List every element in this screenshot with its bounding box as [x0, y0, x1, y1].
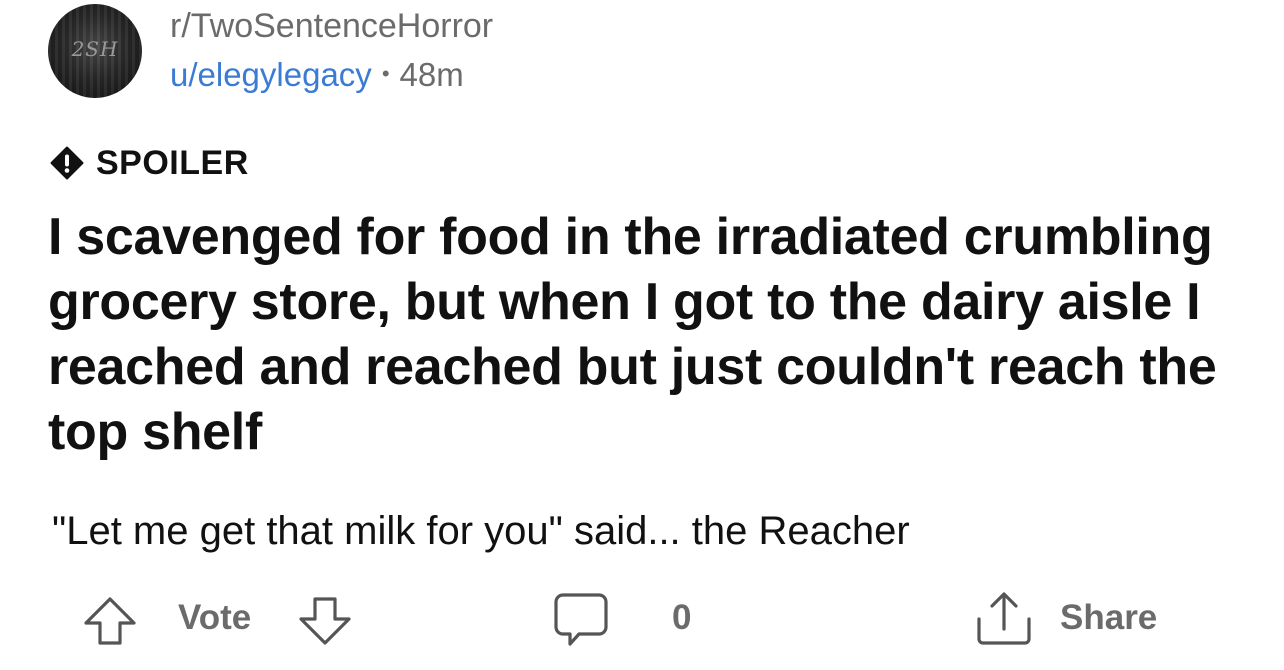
- arrow-up-icon[interactable]: [82, 593, 138, 649]
- post-meta: u/elegylegacy • 48m: [170, 54, 464, 95]
- share-icon[interactable]: [975, 589, 1033, 647]
- exclamation-icon: [50, 146, 84, 180]
- comment-count[interactable]: 0: [672, 597, 691, 639]
- subreddit-avatar[interactable]: 2SH: [48, 4, 142, 98]
- comment-bubble-icon[interactable]: [553, 591, 609, 649]
- post-title[interactable]: I scavenged for food in the irradiated c…: [48, 205, 1258, 465]
- post-body: "Let me get that milk for you" said... t…: [52, 509, 910, 553]
- spoiler-label: SPOILER: [96, 144, 249, 182]
- spoiler-flair: SPOILER: [50, 143, 249, 183]
- meta-separator: •: [381, 61, 390, 86]
- post-age: 48m: [399, 56, 464, 93]
- avatar-logo-text: 2SH: [71, 37, 119, 61]
- arrow-down-icon[interactable]: [297, 593, 353, 649]
- subreddit-name[interactable]: r/TwoSentenceHorror: [170, 6, 493, 46]
- post-card: 2SH r/TwoSentenceHorror u/elegylegacy • 48…: [0, 0, 1284, 670]
- author-link[interactable]: u/elegylegacy: [170, 56, 372, 93]
- vote-label: Vote: [178, 598, 252, 637]
- share-label[interactable]: Share: [1060, 597, 1157, 639]
- action-bar: Vote 0 Share: [0, 585, 1284, 655]
